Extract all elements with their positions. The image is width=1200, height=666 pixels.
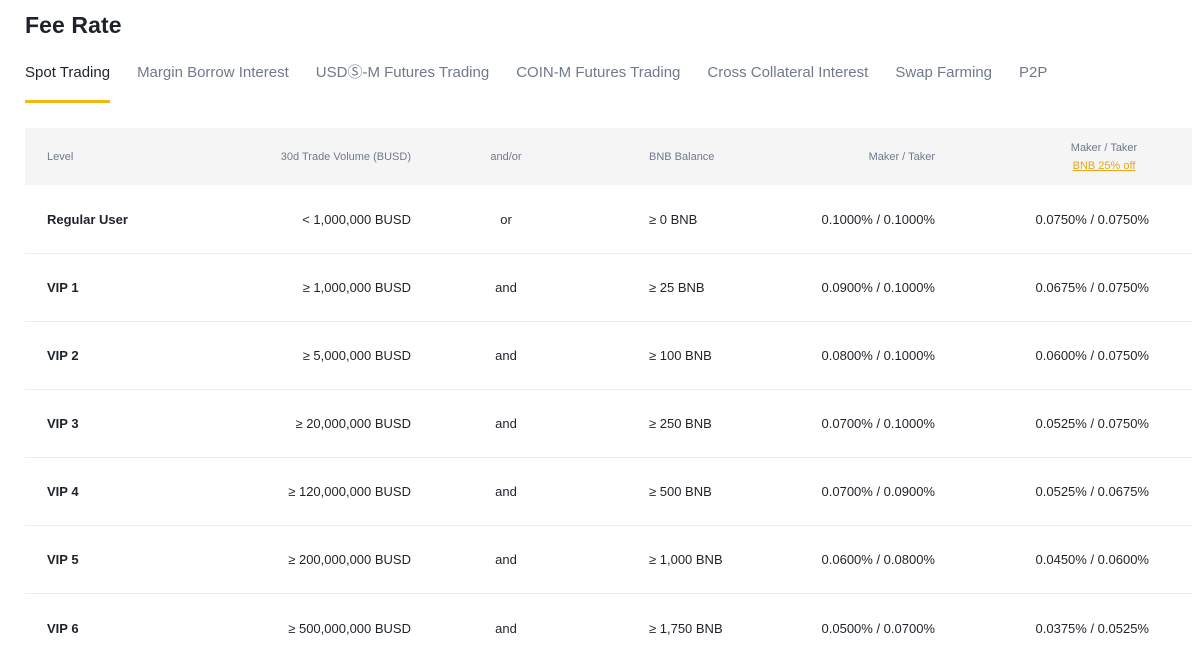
cell-maker-taker: 0.0800% / 0.1000% [821,348,935,363]
cell-trade-volume: ≥ 20,000,000 BUSD [295,416,411,431]
tab-usds-m-futures-trading[interactable]: USDⓈ-M Futures Trading [316,62,489,106]
cell-bnb-balance: ≥ 1,750 BNB [649,620,723,636]
header-maker-taker: Maker / Taker [868,150,935,163]
table-row: VIP 2 ≥ 5,000,000 BUSD and ≥ 100 BNB 0.0… [25,322,1192,390]
cell-maker-taker-bnb: 0.0450% / 0.0600% [1035,552,1149,567]
header-and-or: and/or [490,150,522,163]
cell-level: VIP 5 [47,552,79,567]
cell-and-or: and [495,620,517,636]
bnb-discount-link[interactable]: BNB 25% off [1059,157,1149,175]
cell-trade-volume: ≥ 200,000,000 BUSD [288,552,411,567]
cell-maker-taker: 0.0500% / 0.0700% [821,620,935,636]
page-title: Fee Rate [25,12,122,38]
tab-bar: Spot Trading Margin Borrow Interest USDⓈ… [25,62,1074,106]
fee-rate-page: Fee Rate Spot Trading Margin Borrow Inte… [0,0,1200,666]
cell-and-or: and [495,348,517,363]
table-header: Level 30d Trade Volume (BUSD) and/or BNB… [25,128,1192,185]
cell-maker-taker: 0.0700% / 0.1000% [821,416,935,431]
cell-trade-volume: < 1,000,000 BUSD [302,212,411,227]
tab-spot-trading[interactable]: Spot Trading [25,62,111,106]
cell-trade-volume: ≥ 1,000,000 BUSD [302,280,411,295]
cell-maker-taker-bnb: 0.0600% / 0.0750% [1035,348,1149,363]
table-row: VIP 1 ≥ 1,000,000 BUSD and ≥ 25 BNB 0.09… [25,254,1192,322]
cell-level: Regular User [47,212,128,227]
tab-swap-farming[interactable]: Swap Farming [895,62,992,106]
cell-maker-taker-bnb: 0.0525% / 0.0750% [1035,416,1149,431]
header-maker-taker-bnb-cell: Maker / Taker BNB 25% off [935,139,1192,175]
cell-trade-volume: ≥ 5,000,000 BUSD [302,348,411,363]
cell-maker-taker-bnb: 0.0375% / 0.0525% [1035,620,1149,636]
tab-margin-borrow-interest[interactable]: Margin Borrow Interest [137,62,289,106]
cell-maker-taker: 0.1000% / 0.1000% [821,212,935,227]
table-row: VIP 6 ≥ 500,000,000 BUSD and ≥ 1,750 BNB… [25,594,1192,662]
cell-maker-taker-bnb: 0.0525% / 0.0675% [1035,484,1149,499]
cell-bnb-balance: ≥ 250 BNB [649,416,712,431]
cell-and-or: or [500,212,512,227]
tab-coin-m-futures-trading[interactable]: COIN-M Futures Trading [516,62,680,106]
cell-bnb-balance: ≥ 25 BNB [649,280,705,295]
cell-maker-taker: 0.0700% / 0.0900% [821,484,935,499]
cell-maker-taker: 0.0600% / 0.0800% [821,552,935,567]
cell-and-or: and [495,280,517,295]
header-level: Level [47,150,74,163]
tab-p2p[interactable]: P2P [1019,62,1047,106]
cell-trade-volume: ≥ 120,000,000 BUSD [288,484,411,499]
table-row: Regular User < 1,000,000 BUSD or ≥ 0 BNB… [25,186,1192,254]
cell-level: VIP 6 [47,620,79,636]
tab-cross-collateral-interest[interactable]: Cross Collateral Interest [707,62,868,106]
header-maker-taker-bnb: Maker / Taker [1070,141,1138,154]
fee-rate-table: Level 30d Trade Volume (BUSD) and/or BNB… [25,128,1192,662]
cell-level: VIP 4 [47,484,79,499]
cell-maker-taker-bnb: 0.0675% / 0.0750% [1035,280,1149,295]
table-row: VIP 5 ≥ 200,000,000 BUSD and ≥ 1,000 BNB… [25,526,1192,594]
header-trade-volume: 30d Trade Volume (BUSD) [280,150,411,163]
table-row: VIP 4 ≥ 120,000,000 BUSD and ≥ 500 BNB 0… [25,458,1192,526]
table-row: VIP 3 ≥ 20,000,000 BUSD and ≥ 250 BNB 0.… [25,390,1192,458]
cell-maker-taker-bnb: 0.0750% / 0.0750% [1035,212,1149,227]
cell-level: VIP 2 [47,348,79,363]
cell-and-or: and [495,552,517,567]
cell-bnb-balance: ≥ 0 BNB [649,212,698,227]
cell-maker-taker: 0.0900% / 0.1000% [821,280,935,295]
cell-and-or: and [495,484,517,499]
header-bnb-balance: BNB Balance [649,150,715,163]
cell-bnb-balance: ≥ 500 BNB [649,484,712,499]
table-body: Regular User < 1,000,000 BUSD or ≥ 0 BNB… [25,186,1192,662]
cell-bnb-balance: ≥ 100 BNB [649,348,712,363]
cell-and-or: and [495,416,517,431]
cell-level: VIP 1 [47,280,79,295]
cell-level: VIP 3 [47,416,79,431]
cell-bnb-balance: ≥ 1,000 BNB [649,552,723,567]
cell-trade-volume: ≥ 500,000,000 BUSD [288,620,411,636]
